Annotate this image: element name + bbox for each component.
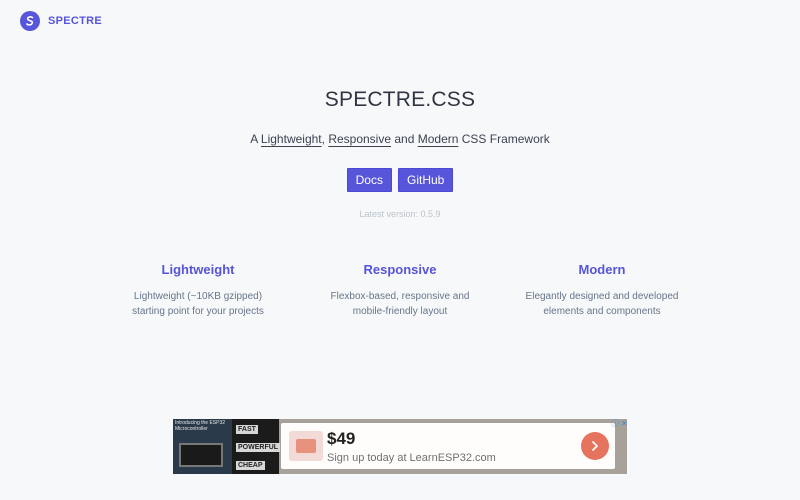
subtitle-word-lightweight: Lightweight (260, 132, 322, 146)
ad-info-icon[interactable]: ⓘ (611, 419, 619, 429)
subtitle-suffix: CSS Framework (458, 132, 550, 146)
feature-desc-line: starting point for your projects (132, 306, 264, 317)
ad-tagline: Sign up today at LearnESP32.com (327, 451, 496, 464)
page-title: SPECTRE.CSS (324, 88, 476, 111)
ad-content-card[interactable]: $49 Sign up today at LearnESP32.com (281, 423, 615, 469)
brand-name: SPECTRE (48, 15, 103, 27)
github-button[interactable]: GitHub (397, 168, 454, 192)
hero-subtitle: A Lightweight, Responsive and Modern CSS… (0, 132, 800, 146)
docs-button[interactable]: Docs (346, 168, 392, 192)
feature-lightweight: Lightweight Lightweight (~10KB gzipped) s… (97, 262, 299, 319)
subtitle-separator: and (391, 132, 418, 146)
ad-close-icon[interactable]: ✕ (621, 419, 628, 429)
feature-modern: Modern Elegantly designed and developed e… (501, 262, 703, 319)
hero-button-row: Docs GitHub (0, 168, 800, 192)
ad-logo-icon (289, 431, 323, 461)
ad-tag-fast: FAST (236, 425, 258, 434)
ad-tag-powerful: POWERFUL (236, 443, 281, 452)
feature-responsive: Responsive Flexbox-based, responsive and… (299, 262, 501, 319)
ad-tag-cheap: CHEAP (236, 461, 265, 470)
feature-title: Lightweight (161, 262, 235, 277)
feature-description: Flexbox-based, responsive and mobile-frie… (299, 289, 501, 319)
subtitle-word-modern: Modern (417, 132, 459, 146)
ad-promo-image[interactable]: FAST POWERFUL CHEAP (232, 419, 281, 474)
feature-description: Lightweight (~10KB gzipped) starting poin… (97, 289, 299, 319)
features-section: Lightweight Lightweight (~10KB gzipped) s… (97, 262, 703, 319)
ad-choices: ⓘ ✕ (611, 419, 628, 429)
ad-cta-button[interactable] (581, 432, 609, 460)
feature-desc-line: elements and components (543, 306, 661, 317)
feature-desc-line: Elegantly designed and developed (525, 291, 679, 302)
subtitle-word-responsive: Responsive (328, 132, 392, 146)
subtitle-prefix: A (250, 132, 261, 146)
feature-description: Elegantly designed and developed elements… (501, 289, 703, 319)
ad-board-image (179, 443, 223, 467)
ad-product-image[interactable]: Introducing the ESP32 Microcontroller (173, 419, 232, 474)
feature-desc-line: mobile-friendly layout (352, 306, 448, 317)
chevron-right-icon (592, 441, 598, 451)
feature-desc-line: Lightweight (~10KB gzipped) (133, 291, 263, 302)
feature-title: Modern (578, 262, 626, 277)
feature-title: Responsive (363, 262, 437, 277)
ad-thumb-caption: Introducing the ESP32 Microcontroller (175, 420, 226, 432)
ad-texts: $49 Sign up today at LearnESP32.com (327, 429, 581, 464)
feature-desc-line: Flexbox-based, responsive and (330, 291, 470, 302)
version-text: Latest version: 0.5.9 (359, 209, 441, 219)
ad-price: $49 (327, 428, 356, 448)
brand-link[interactable]: SPECTRE (20, 11, 102, 31)
spectre-logo-icon (20, 11, 40, 31)
